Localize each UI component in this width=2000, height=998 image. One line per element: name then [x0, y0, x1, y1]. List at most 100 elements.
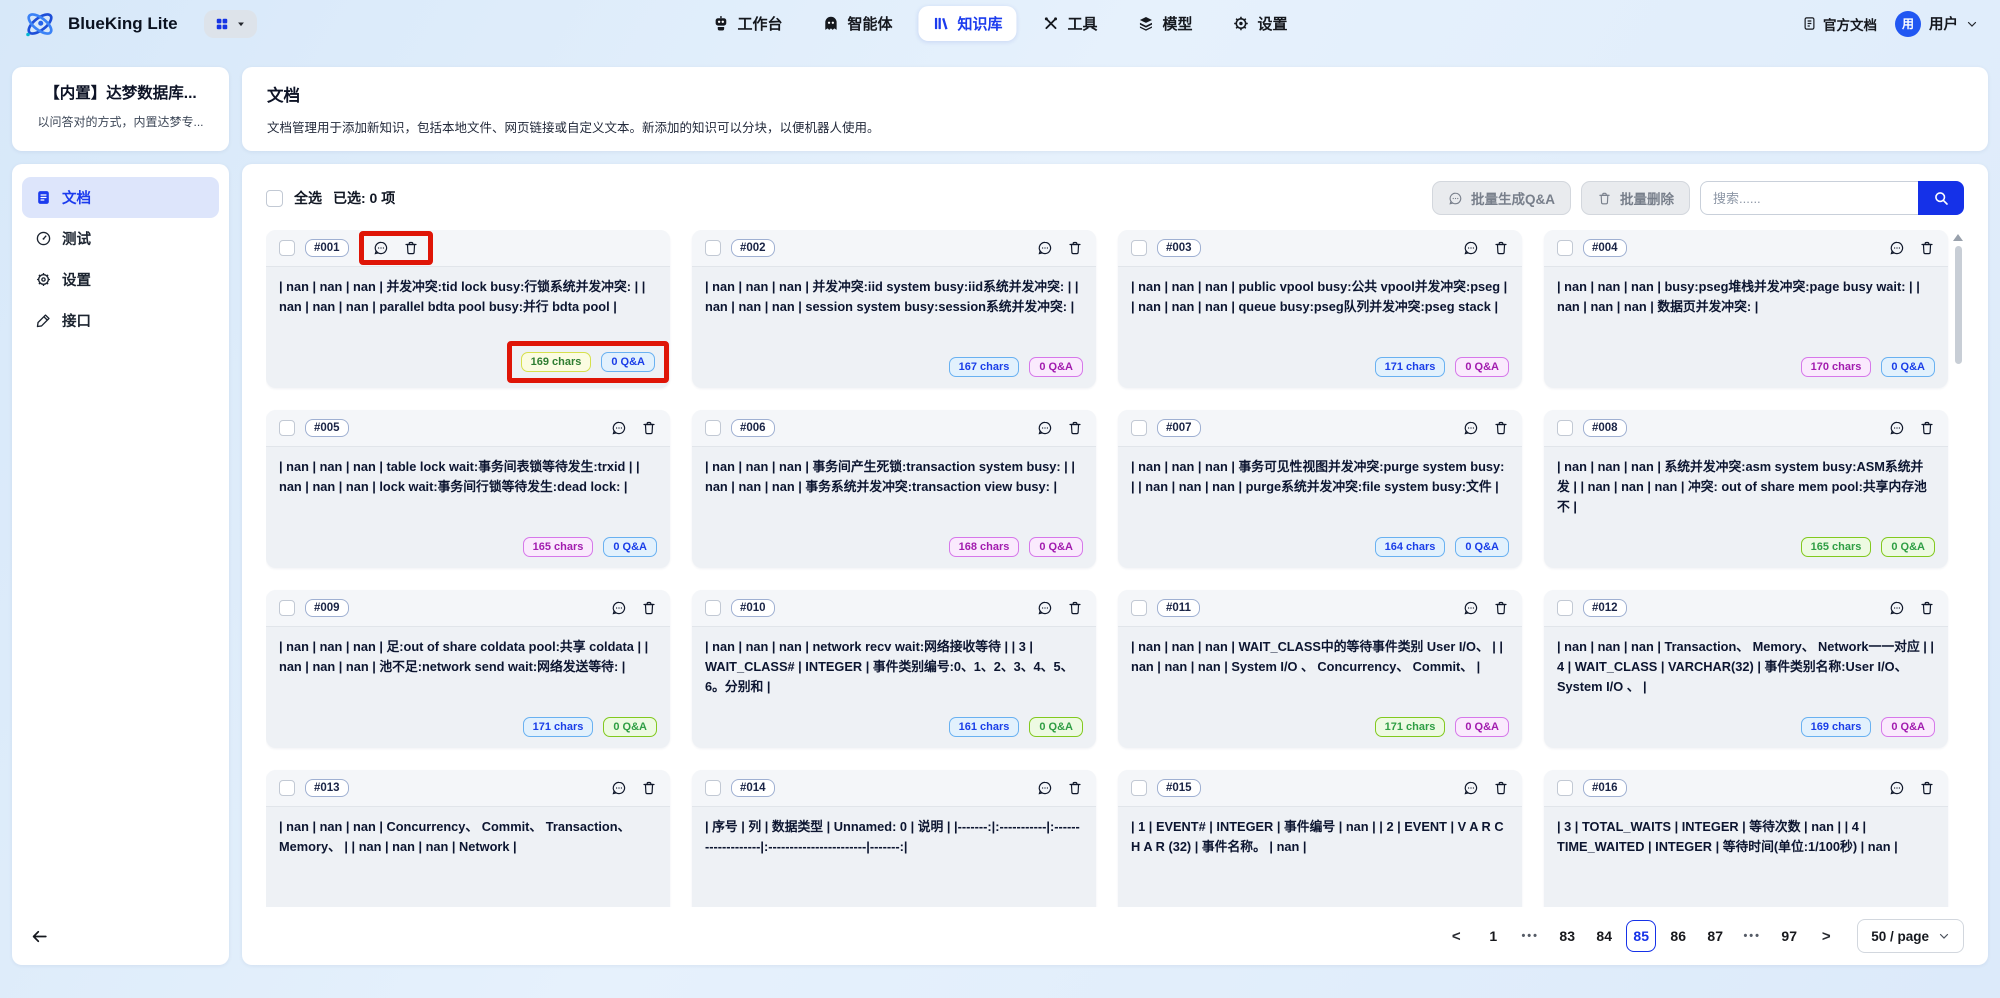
- generate-qa-icon[interactable]: [1463, 780, 1479, 796]
- generate-qa-icon[interactable]: [1889, 600, 1905, 616]
- generate-qa-icon[interactable]: [1037, 240, 1053, 256]
- generate-qa-icon[interactable]: [611, 780, 627, 796]
- page-button-86[interactable]: 86: [1663, 920, 1693, 952]
- qa-count-badge[interactable]: 0 Q&A: [1455, 357, 1509, 377]
- delete-icon[interactable]: [1919, 420, 1935, 436]
- delete-icon[interactable]: [1067, 780, 1083, 796]
- doc-card-footer: 164 chars0 Q&A: [1118, 537, 1522, 568]
- delete-icon[interactable]: [641, 420, 657, 436]
- doc-card-checkbox[interactable]: [1557, 240, 1573, 256]
- sidebar-item-settings[interactable]: 设置: [22, 259, 219, 300]
- delete-icon[interactable]: [1067, 600, 1083, 616]
- generate-qa-icon[interactable]: [373, 240, 389, 256]
- search-input[interactable]: [1700, 181, 1918, 215]
- delete-icon[interactable]: [1919, 240, 1935, 256]
- doc-card-footer: 161 chars0 Q&A: [692, 717, 1096, 748]
- delete-icon[interactable]: [1067, 240, 1083, 256]
- nav-item-model[interactable]: 模型: [1124, 6, 1207, 41]
- doc-card-checkbox[interactable]: [1131, 420, 1147, 436]
- generate-qa-icon[interactable]: [1037, 420, 1053, 436]
- doc-card-checkbox[interactable]: [279, 600, 295, 616]
- doc-card-checkbox[interactable]: [1131, 780, 1147, 796]
- collapse-sidebar-button[interactable]: [22, 921, 56, 951]
- nav-item-settings[interactable]: 设置: [1219, 6, 1302, 41]
- generate-qa-icon[interactable]: [611, 420, 627, 436]
- page-button-83[interactable]: 83: [1552, 920, 1582, 952]
- apps-switcher-button[interactable]: [204, 10, 257, 38]
- doc-card-checkbox[interactable]: [279, 240, 295, 256]
- scroll-up-arrow-icon[interactable]: [1953, 234, 1963, 241]
- page-button-1[interactable]: 1: [1478, 920, 1508, 952]
- nav-item-knowledge[interactable]: 知识库: [918, 6, 1016, 41]
- agent-icon: [822, 15, 839, 32]
- page-button-84[interactable]: 84: [1589, 920, 1619, 952]
- page-size-select[interactable]: 50 / page: [1857, 919, 1964, 953]
- qa-count-badge[interactable]: 0 Q&A: [1029, 537, 1083, 557]
- qa-count-badge[interactable]: 0 Q&A: [603, 717, 657, 737]
- generate-qa-icon[interactable]: [1463, 240, 1479, 256]
- search-button[interactable]: [1918, 181, 1964, 215]
- doc-card-checkbox[interactable]: [705, 780, 721, 796]
- generate-qa-icon[interactable]: [1463, 420, 1479, 436]
- doc-card-checkbox[interactable]: [1557, 780, 1573, 796]
- user-menu[interactable]: 用 用户: [1895, 11, 1978, 37]
- generate-qa-icon[interactable]: [1889, 240, 1905, 256]
- delete-icon[interactable]: [1919, 600, 1935, 616]
- doc-card-checkbox[interactable]: [705, 600, 721, 616]
- knowledge-base-card[interactable]: 【内置】达梦数据库... 以问答对的方式，内置达梦专...: [12, 67, 229, 151]
- qa-count-badge[interactable]: 0 Q&A: [1029, 717, 1083, 737]
- nav-item-tools[interactable]: 工具: [1029, 6, 1112, 41]
- delete-icon[interactable]: [641, 780, 657, 796]
- qa-count-badge[interactable]: 0 Q&A: [1455, 537, 1509, 557]
- qa-count-badge[interactable]: 0 Q&A: [1029, 357, 1083, 377]
- sidebar-item-test[interactable]: 测试: [22, 218, 219, 259]
- sidebar-item-api[interactable]: 接口: [22, 300, 219, 341]
- generate-qa-icon[interactable]: [1889, 780, 1905, 796]
- delete-icon[interactable]: [1067, 420, 1083, 436]
- doc-card-checkbox[interactable]: [1131, 600, 1147, 616]
- doc-card-checkbox[interactable]: [1557, 600, 1573, 616]
- nav-item-workbench[interactable]: 工作台: [698, 6, 796, 41]
- page-button-97[interactable]: 97: [1774, 920, 1804, 952]
- qa-count-badge[interactable]: 0 Q&A: [1881, 537, 1935, 557]
- generate-qa-icon[interactable]: [1037, 600, 1053, 616]
- doc-card-checkbox[interactable]: [705, 420, 721, 436]
- delete-icon[interactable]: [1493, 780, 1509, 796]
- qa-count-badge[interactable]: 0 Q&A: [1881, 357, 1935, 377]
- delete-icon[interactable]: [403, 240, 419, 256]
- doc-card-text: | 1 | EVENT# | INTEGER | 事件编号 | nan | | …: [1118, 807, 1522, 907]
- batch-delete-button[interactable]: 批量删除: [1581, 181, 1690, 215]
- document-icon: [1802, 16, 1817, 31]
- select-all-checkbox[interactable]: [266, 190, 283, 207]
- delete-icon[interactable]: [1919, 780, 1935, 796]
- qa-count-badge[interactable]: 0 Q&A: [603, 537, 657, 557]
- nav-item-agent[interactable]: 智能体: [808, 6, 906, 41]
- page-button-85[interactable]: 85: [1626, 920, 1656, 952]
- generate-qa-icon[interactable]: [611, 600, 627, 616]
- generate-qa-icon[interactable]: [1037, 780, 1053, 796]
- next-page-button[interactable]: >: [1811, 920, 1841, 952]
- doc-card-checkbox[interactable]: [279, 420, 295, 436]
- qa-count-badge[interactable]: 0 Q&A: [601, 352, 655, 372]
- generate-qa-icon[interactable]: [1463, 600, 1479, 616]
- batch-generate-qa-button[interactable]: 批量生成Q&A: [1432, 181, 1571, 215]
- page-button-87[interactable]: 87: [1700, 920, 1730, 952]
- doc-card-010: #010| nan | nan | nan | network recv wai…: [692, 590, 1096, 748]
- qa-count-badge[interactable]: 0 Q&A: [1881, 717, 1935, 737]
- vertical-scrollbar[interactable]: [1953, 234, 1963, 907]
- delete-icon[interactable]: [1493, 420, 1509, 436]
- qa-count-badge[interactable]: 0 Q&A: [1455, 717, 1509, 737]
- delete-icon[interactable]: [1493, 240, 1509, 256]
- official-docs-link[interactable]: 官方文档: [1802, 14, 1877, 34]
- doc-card-checkbox[interactable]: [279, 780, 295, 796]
- sidebar-item-docs[interactable]: 文档: [22, 177, 219, 218]
- delete-icon[interactable]: [641, 600, 657, 616]
- doc-card-checkbox[interactable]: [1131, 240, 1147, 256]
- doc-card-header: #016: [1544, 770, 1948, 807]
- delete-icon[interactable]: [1493, 600, 1509, 616]
- doc-card-checkbox[interactable]: [1557, 420, 1573, 436]
- prev-page-button[interactable]: <: [1441, 920, 1471, 952]
- doc-card-checkbox[interactable]: [705, 240, 721, 256]
- generate-qa-icon[interactable]: [1889, 420, 1905, 436]
- scrollbar-thumb[interactable]: [1955, 246, 1962, 364]
